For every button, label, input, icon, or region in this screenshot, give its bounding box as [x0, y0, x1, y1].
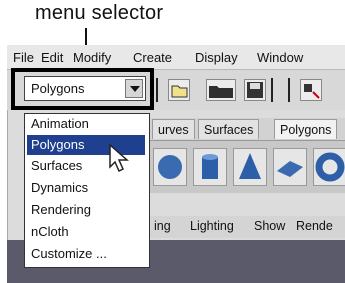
panel-menu-show[interactable]: Show	[254, 219, 285, 233]
folder-icon[interactable]	[206, 79, 236, 101]
save-icon[interactable]	[244, 79, 266, 101]
panel-menu-shading[interactable]: ing	[154, 219, 171, 233]
menu-edit[interactable]: Edit	[41, 50, 63, 65]
render-icon[interactable]	[300, 79, 322, 101]
torus-icon[interactable]	[313, 148, 345, 186]
menu-window[interactable]: Window	[257, 50, 303, 65]
tab-curves[interactable]: urves	[152, 119, 195, 139]
plane-icon[interactable]	[273, 148, 307, 186]
option-rendering[interactable]: Rendering	[27, 200, 145, 220]
tab-surfaces[interactable]: Surfaces	[198, 119, 260, 139]
shelf-tabs: urves Surfaces Polygons	[150, 118, 345, 141]
cylinder-icon[interactable]	[193, 148, 227, 186]
option-animation[interactable]: Animation	[27, 114, 145, 134]
toolbar-separator	[156, 78, 158, 102]
menu-file[interactable]: File	[13, 50, 34, 65]
open-file-icon[interactable]	[168, 79, 190, 101]
toolbar-separator	[288, 78, 290, 102]
option-customize[interactable]: Customize ...	[27, 244, 145, 264]
menu-create[interactable]: Create	[133, 50, 172, 65]
menu-set-selector[interactable]: Polygons	[24, 76, 146, 101]
mouse-cursor-icon	[109, 143, 129, 173]
toolbar-separator	[271, 78, 273, 102]
menu-modify[interactable]: Modify	[73, 50, 111, 65]
chevron-down-icon[interactable]	[125, 79, 143, 98]
main-menubar: File Edit Modify Create Display Window	[7, 45, 345, 70]
option-dynamics[interactable]: Dynamics	[27, 178, 145, 198]
panel-menu-renderer[interactable]: Rende	[296, 219, 333, 233]
menu-set-dropdown-list: Animation Polygons Surfaces Dynamics Ren…	[24, 113, 150, 268]
menu-display[interactable]: Display	[195, 50, 238, 65]
panel-menu-lighting[interactable]: Lighting	[190, 219, 234, 233]
selector-value: Polygons	[31, 81, 85, 96]
option-ncloth[interactable]: nCloth	[27, 222, 145, 242]
tab-polygons[interactable]: Polygons	[274, 119, 338, 139]
annotation-caption: menu selector	[35, 2, 164, 24]
sphere-icon[interactable]	[153, 148, 187, 186]
cone-icon[interactable]	[233, 148, 267, 186]
panel-menubar: ing Lighting Show Rende	[150, 216, 345, 238]
